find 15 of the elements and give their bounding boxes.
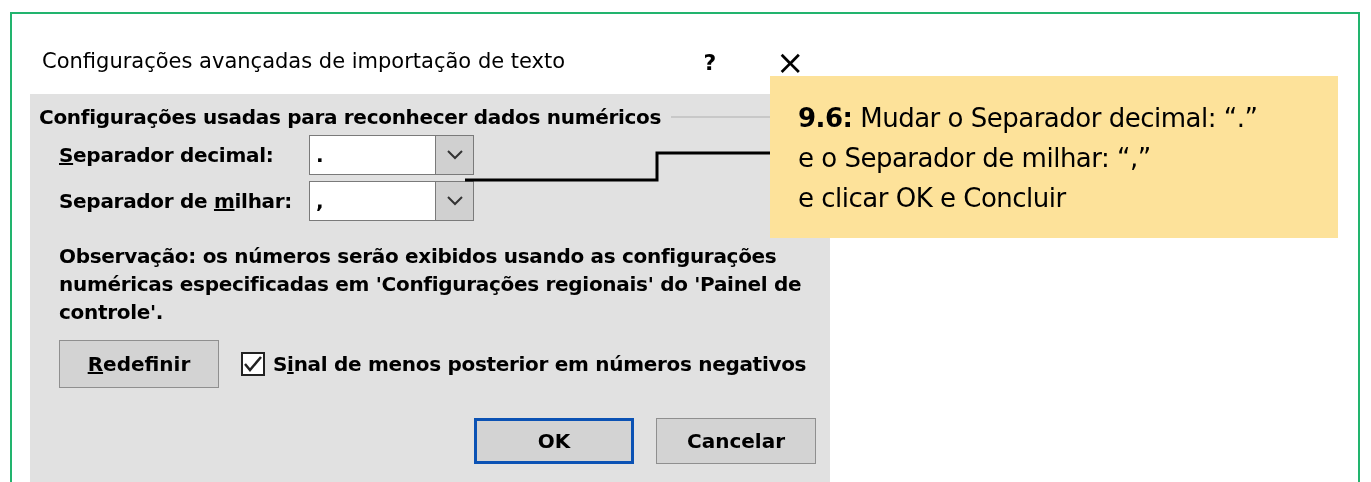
group-title: Configurações usadas para reconhecer dados numéricos — [39, 104, 662, 131]
field-label: Separador de milhar: — [59, 188, 294, 215]
chevron-down-icon — [446, 196, 463, 206]
cancel-button[interactable]: Cancelar — [656, 418, 816, 464]
checkbox-label: Sinal de menos posterior em números negativos — [273, 351, 807, 378]
field-label: Separador decimal: — [59, 142, 275, 169]
callout-text: 9.6: Mudar o Separador decimal: “.” e o Separador de milhar: “,” e clicar OK e Concluir — [770, 76, 1338, 238]
ok-button[interactable]: OK — [474, 418, 634, 464]
chevron-down-icon — [446, 150, 463, 160]
note-text: Observação: os números serão exibidos usando as configurações numéricas especificadas em 'Configurações regionais' do 'Painel de controle'. — [59, 243, 803, 326]
dropdown-field[interactable]: , — [309, 181, 474, 221]
dropdown-field[interactable]: . — [309, 135, 474, 175]
reset-button[interactable]: Redefinir — [59, 340, 219, 388]
checkbox[interactable] — [241, 352, 265, 376]
window-title: Configurações avançadas de importação de texto — [42, 48, 567, 76]
